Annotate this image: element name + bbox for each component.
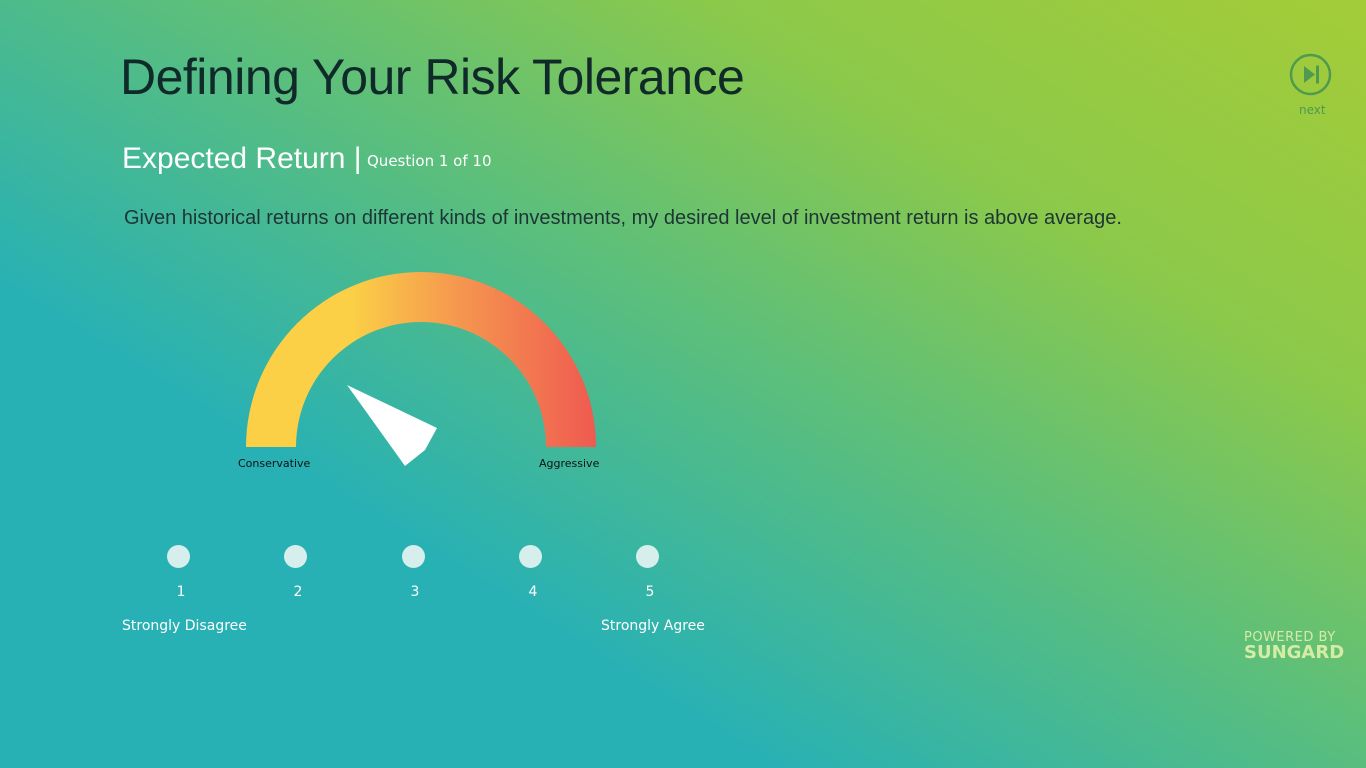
risk-gauge: [246, 272, 596, 466]
next-button[interactable]: [1289, 53, 1332, 96]
option-5-label: 5: [645, 584, 655, 600]
gauge-min-label: Conservative: [238, 457, 311, 470]
gauge-max-label: Aggressive: [539, 457, 600, 470]
option-5-radio[interactable]: [636, 545, 659, 568]
option-2-label: 2: [293, 584, 303, 600]
option-4-radio[interactable]: [519, 545, 542, 568]
sungard-logo: SUNGARD: [1244, 642, 1345, 663]
scale-min-label: Strongly Disagree: [122, 618, 247, 634]
option-4-label: 4: [528, 584, 538, 600]
gauge-needle: [347, 385, 437, 466]
option-3-label: 3: [410, 584, 420, 600]
option-2-radio[interactable]: [284, 545, 307, 568]
option-3-radio[interactable]: [402, 545, 425, 568]
option-1-label: 1: [176, 584, 186, 600]
option-1-radio[interactable]: [167, 545, 190, 568]
next-label[interactable]: next: [1299, 103, 1326, 117]
skip-forward-icon: [1289, 53, 1332, 96]
scale-max-label: Strongly Agree: [601, 618, 705, 634]
